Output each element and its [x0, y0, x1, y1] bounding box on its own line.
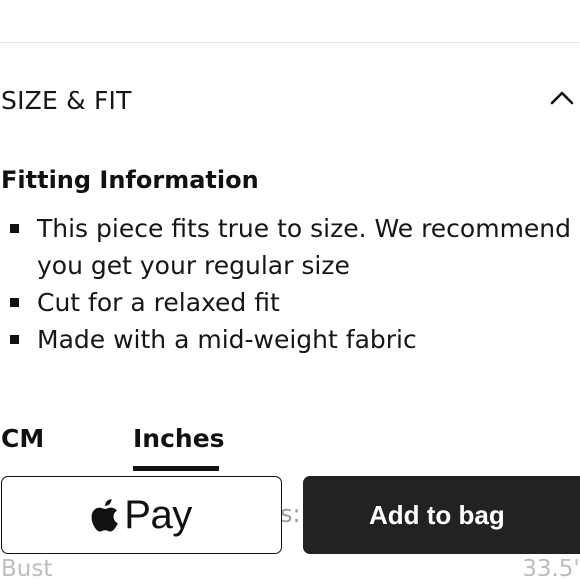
- measurement-label: Bust: [1, 556, 53, 580]
- bullet-icon: [10, 335, 19, 344]
- size-fit-title: SIZE & FIT: [1, 86, 132, 115]
- apple-pay-label: Pay: [124, 492, 192, 537]
- size-fit-header[interactable]: SIZE & FIT: [0, 80, 580, 124]
- bullet-icon: [10, 298, 19, 307]
- checkout-bar: s: Pay Add to bag: [0, 476, 580, 556]
- apple-icon: [91, 499, 119, 532]
- list-item-text: Made with a mid-weight fabric: [37, 325, 417, 354]
- measurement-value: 33.5": [522, 556, 580, 580]
- product-details-page: SIZE & FIT Fitting Information This piec…: [0, 0, 580, 580]
- tab-inches[interactable]: Inches: [133, 424, 225, 453]
- tab-cm[interactable]: CM: [1, 424, 44, 453]
- list-item-text: Cut for a relaxed fit: [37, 288, 280, 317]
- list-item-text: you get your regular size: [37, 251, 350, 280]
- tab-selected-indicator: [133, 466, 219, 471]
- add-to-bag-label: Add to bag: [369, 499, 505, 530]
- bullet-icon: [10, 224, 19, 233]
- list-item: This piece fits true to size. We recomme…: [0, 210, 580, 284]
- top-divider: [0, 42, 580, 43]
- fitting-information-heading: Fitting Information: [1, 166, 259, 194]
- add-to-bag-button[interactable]: Add to bag: [303, 476, 580, 554]
- obscured-label-fragment: s:: [280, 500, 301, 528]
- measurement-row: Bust 33.5": [0, 556, 580, 580]
- chevron-up-icon[interactable]: [548, 84, 576, 112]
- list-item: Cut for a relaxed fit: [0, 284, 580, 321]
- list-item-text: This piece fits true to size. We recomme…: [37, 214, 572, 243]
- fitting-information-list: This piece fits true to size. We recomme…: [0, 210, 580, 358]
- unit-tabs: CM Inches: [0, 424, 580, 474]
- apple-pay-button[interactable]: Pay: [1, 476, 282, 554]
- list-item: Made with a mid-weight fabric: [0, 321, 580, 358]
